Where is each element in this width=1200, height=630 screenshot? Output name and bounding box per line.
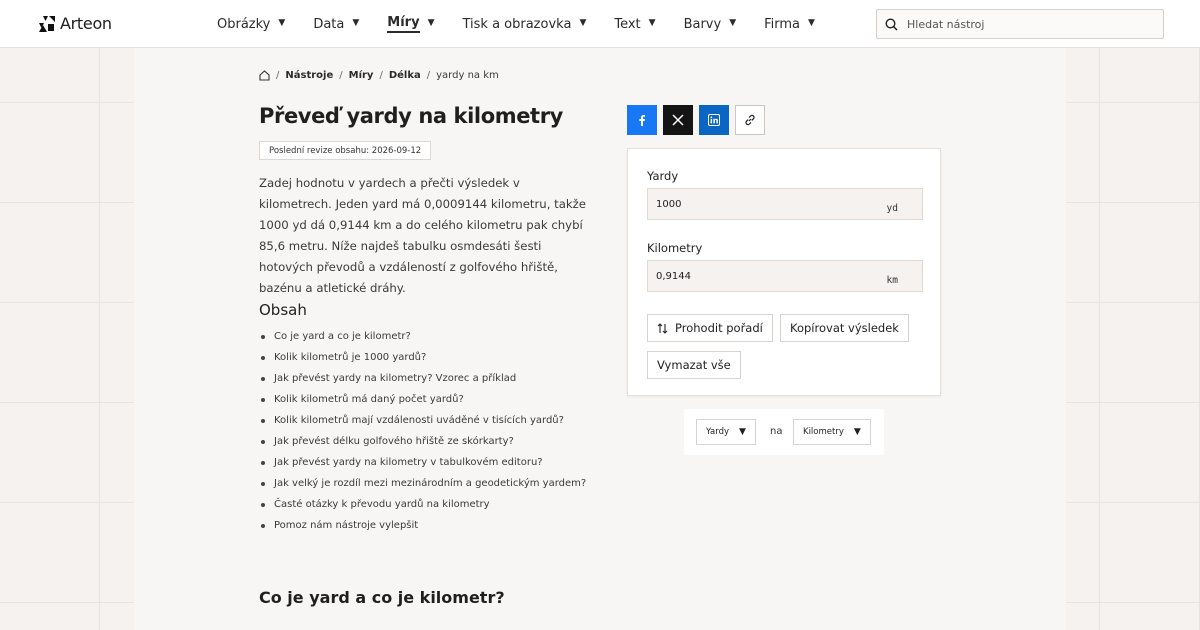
to-unit-select-value: Kilometry [803,427,844,437]
breadcrumb-separator: / [276,70,280,81]
copy-result-label: Kopírovat výsledek [790,321,899,335]
caret-down-icon: ▼ [729,17,737,28]
converter-panel: Yardy yd Kilometry km Prohodit pořadí Ko… [627,148,941,396]
breadcrumb: / Nástroje / Míry / Délka / yardy na km [259,70,499,81]
caret-down-icon: ▼ [579,17,587,28]
section-heading: Co je yard a co je kilometr? [259,588,505,607]
revision-badge: Poslední revize obsahu: 2026-09-12 [259,141,432,160]
linkedin-icon [708,114,720,126]
clear-all-button[interactable]: Vymazat vše [647,351,741,379]
toc-item[interactable]: Jak velký je rozdíl mezi mezinárodním a … [259,473,586,494]
home-icon[interactable] [259,70,270,81]
nav-item-obrazky[interactable]: Obrázky ▼ [217,0,285,48]
breadcrumb-separator: / [426,70,431,81]
caret-down-icon: ▼ [427,17,435,28]
caret-down-icon: ▼ [352,17,360,28]
nav-label: Míry [387,15,420,33]
facebook-icon [639,115,646,126]
copy-result-button[interactable]: Kopírovat výsledek [780,314,909,342]
kilometers-input[interactable] [648,270,868,282]
toc-item[interactable]: Pomoz nám nástroje vylepšit [259,515,586,536]
share-linkedin-button[interactable] [699,105,729,135]
nav-item-data[interactable]: Data ▼ [313,0,359,48]
page-title: Převeď yardy na kilometry [259,104,563,128]
caret-down-icon: ▼ [278,17,286,28]
caret-down-icon: ▼ [808,17,815,28]
swap-arrows-icon [657,322,668,334]
breadcrumb-separator: / [379,70,383,81]
to-unit-select[interactable]: Kilometry ▼ [793,419,871,445]
copy-link-button[interactable] [735,105,765,135]
nav-label: Obrázky [217,16,271,32]
x-icon [672,114,684,126]
arteon-logo-icon [39,15,55,32]
table-of-contents: Co je yard a co je kilometr? Kolik kilom… [259,326,586,536]
to-unit-suffix: km [886,275,898,286]
unit-connector: na [770,426,783,437]
caret-down-icon: ▼ [648,17,656,28]
nav-label: Tisk a obrazovka [462,16,572,32]
link-icon [745,114,755,126]
toc-item[interactable]: Kolik kilometrů je 1000 yardů? [259,347,586,368]
from-unit-suffix: yd [886,203,898,214]
search-input[interactable] [907,17,1147,31]
share-buttons [627,105,765,135]
nav-item-barvy[interactable]: Barvy ▼ [684,0,737,48]
nav-label: Barvy [683,16,722,32]
toc-item[interactable]: Časté otázky k převodu yardů na kilometr… [259,494,586,515]
from-unit-label: Yardy [647,169,679,183]
intro-paragraph: Zadej hodnotu v yardech a přečti výslede… [259,176,586,295]
nav-item-tisk-a-obrazovka[interactable]: Tisk a obrazovka ▼ [462,0,586,48]
main-nav: Obrázky ▼ Data ▼ Míry ▼ Tisk a obrazovka… [217,0,843,48]
swap-button-label: Prohodit pořadí [675,321,763,335]
search-box [876,9,1164,39]
nav-label: Firma [764,16,801,32]
main-content: / Nástroje / Míry / Délka / yardy na km … [134,48,1066,630]
from-unit-select[interactable]: Yardy ▼ [696,419,756,445]
swap-button[interactable]: Prohodit pořadí [647,314,773,342]
caret-down-icon: ▼ [853,427,861,437]
share-x-button[interactable] [663,105,693,135]
brand-name: Arteon [60,14,112,33]
caret-down-icon: ▼ [739,427,746,437]
toc-item[interactable]: Jak převést délku golfového hřiště ze sk… [259,431,586,452]
search-icon [885,17,898,31]
to-field: km [647,260,923,292]
breadcrumb-item-delka[interactable]: Délka [389,70,421,81]
toc-item[interactable]: Kolik kilometrů mají vzdálenosti uváděné… [259,410,586,431]
breadcrumb-current: yardy na km [436,70,499,81]
toc-item[interactable]: Jak převést yardy na kilometry v tabulko… [259,452,586,473]
to-unit-label: Kilometry [647,241,703,255]
clear-all-label: Vymazat vše [657,358,731,372]
brand-logo[interactable]: Arteon [39,14,112,33]
top-header: Arteon Obrázky ▼ Data ▼ Míry ▼ Tisk a ob… [0,0,1200,48]
from-field: yd [647,188,923,220]
nav-label: Text [614,16,641,32]
toc-title: Obsah [259,301,307,319]
share-facebook-button[interactable] [627,105,657,135]
nav-item-miry[interactable]: Míry ▼ [387,0,434,48]
breadcrumb-item-miry[interactable]: Míry [349,70,374,81]
unit-selector: Yardy ▼ na Kilometry ▼ [684,409,884,455]
nav-item-text[interactable]: Text ▼ [614,0,655,48]
breadcrumb-separator: / [339,70,343,81]
breadcrumb-item-nastroje[interactable]: Nástroje [285,70,333,81]
from-unit-select-value: Yardy [706,427,730,437]
toc-item[interactable]: Kolik kilometrů má daný počet yardů? [259,389,586,410]
toc-item[interactable]: Co je yard a co je kilometr? [259,326,586,347]
toc-item[interactable]: Jak převést yardy na kilometry? Vzorec a… [259,368,586,389]
nav-label: Data [313,16,345,32]
nav-item-firma[interactable]: Firma ▼ [764,0,815,48]
yards-input[interactable] [648,198,868,210]
